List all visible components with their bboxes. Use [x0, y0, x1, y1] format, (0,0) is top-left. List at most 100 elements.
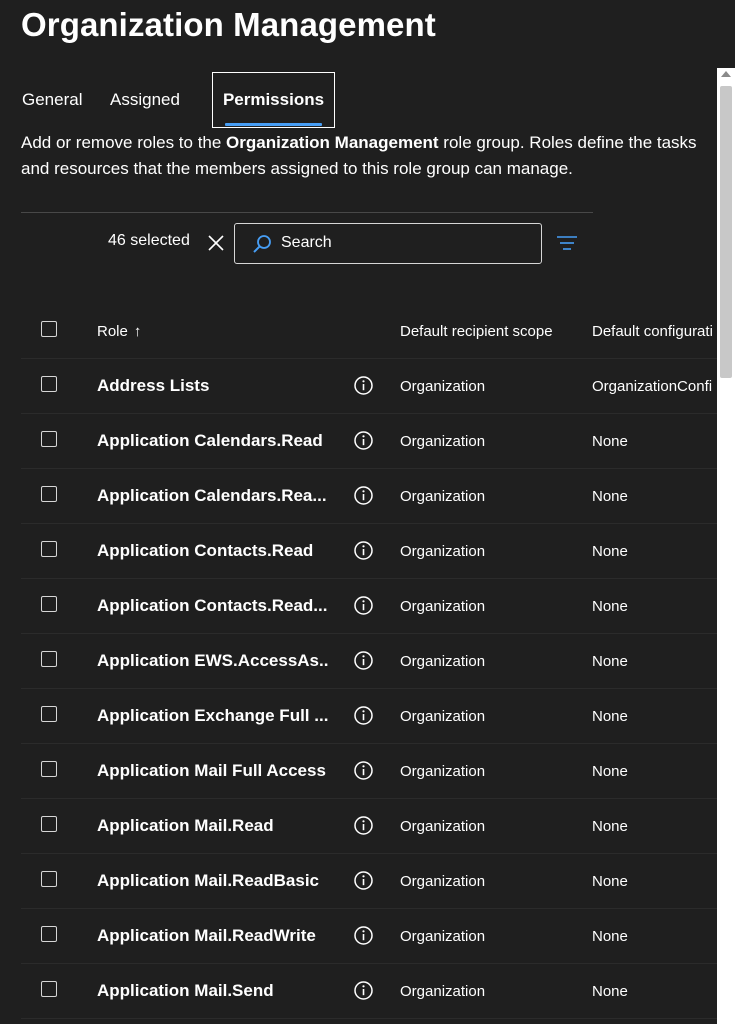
role-name[interactable]: Application EWS.AccessAs... — [97, 651, 329, 671]
recipient-scope-value: Organization — [400, 488, 486, 505]
role-name[interactable]: Application Mail.Read — [97, 816, 329, 836]
recipient-scope-value: Organization — [400, 598, 486, 615]
tab-assigned[interactable]: Assigned — [100, 72, 212, 128]
configuration-scope-value: None — [592, 488, 628, 505]
page-title: Organization Management — [21, 6, 436, 43]
role-name[interactable]: Application Mail Full Access — [97, 761, 329, 781]
table-row[interactable]: Application Mail.Read Organization None — [21, 799, 717, 854]
info-icon[interactable] — [353, 925, 374, 946]
clear-selection-button[interactable] — [205, 232, 227, 254]
configuration-scope-value: None — [592, 543, 628, 560]
table-row[interactable]: Address Lists Organization OrganizationCon… — [21, 359, 717, 414]
role-name[interactable]: Application Calendars.Rea... — [97, 486, 329, 506]
column-header-configuration-scope[interactable]: Default configurati — [592, 323, 713, 340]
filter-icon — [557, 236, 577, 250]
info-icon[interactable] — [353, 430, 374, 451]
column-header-role[interactable]: Role ↑ — [97, 323, 141, 340]
recipient-scope-value: Organization — [400, 378, 486, 395]
table-row[interactable]: Application Contacts.Read... Organization… — [21, 579, 717, 634]
role-name[interactable]: Application Mail.Send — [97, 981, 329, 1001]
scrollbar[interactable] — [717, 68, 735, 1024]
info-icon[interactable] — [353, 375, 374, 396]
role-name[interactable]: Application Calendars.Read — [97, 431, 329, 451]
configuration-scope-value: None — [592, 653, 628, 670]
table-row[interactable]: Application Mail.ReadBasic Organization No… — [21, 854, 717, 909]
info-icon[interactable] — [353, 980, 374, 1001]
configuration-scope-value: None — [592, 433, 628, 450]
close-icon — [208, 235, 224, 251]
selected-count: 46 selected — [108, 232, 190, 249]
row-checkbox[interactable] — [41, 761, 57, 777]
sort-ascending-icon: ↑ — [133, 323, 142, 340]
role-name[interactable]: Application Contacts.Read — [97, 541, 329, 561]
configuration-scope-value: None — [592, 598, 628, 615]
recipient-scope-value: Organization — [400, 983, 486, 1000]
search-box[interactable] — [234, 223, 542, 264]
table-row[interactable]: Application Mail Full Access Organization… — [21, 744, 717, 799]
row-checkbox[interactable] — [41, 871, 57, 887]
row-checkbox[interactable] — [41, 706, 57, 722]
recipient-scope-value: Organization — [400, 433, 486, 450]
page: Organization Management General Assigned… — [0, 0, 735, 1024]
role-name[interactable]: Application Mail.ReadBasic — [97, 871, 329, 891]
configuration-scope-value: None — [592, 763, 628, 780]
column-header-recipient-scope[interactable]: Default recipient scope — [400, 323, 553, 340]
table-row[interactable]: Application EWS.AccessAs... Organization N… — [21, 634, 717, 689]
search-icon — [253, 235, 271, 253]
filter-button[interactable] — [556, 233, 578, 253]
info-icon[interactable] — [353, 870, 374, 891]
row-checkbox[interactable] — [41, 486, 57, 502]
configuration-scope-value: None — [592, 818, 628, 835]
info-icon[interactable] — [353, 705, 374, 726]
recipient-scope-value: Organization — [400, 873, 486, 890]
configuration-scope-value: None — [592, 983, 628, 1000]
description-role-group-name: Organization Management — [226, 133, 439, 152]
row-checkbox[interactable] — [41, 926, 57, 942]
table-body: Address Lists Organization OrganizationCon… — [21, 359, 717, 1019]
description-prefix: Add or remove roles to the — [21, 133, 227, 152]
recipient-scope-value: Organization — [400, 653, 486, 670]
info-icon[interactable] — [353, 540, 374, 561]
recipient-scope-value: Organization — [400, 763, 486, 780]
scrollbar-thumb[interactable] — [720, 86, 732, 378]
table-row[interactable]: Application Contacts.Read Organization Non… — [21, 524, 717, 579]
roles-table: Role ↑ Default recipient scope Default co… — [21, 304, 717, 1019]
divider — [21, 212, 593, 213]
scroll-up-arrow-icon[interactable] — [721, 71, 731, 77]
info-icon[interactable] — [353, 760, 374, 781]
table-header-row: Role ↑ Default recipient scope Default co… — [21, 304, 717, 359]
configuration-scope-value: None — [592, 873, 628, 890]
info-icon[interactable] — [353, 485, 374, 506]
info-icon[interactable] — [353, 650, 374, 671]
role-name[interactable]: Application Contacts.Read... — [97, 596, 329, 616]
configuration-scope-value: None — [592, 708, 628, 725]
row-checkbox[interactable] — [41, 981, 57, 997]
recipient-scope-value: Organization — [400, 818, 486, 835]
tab-general[interactable]: General — [12, 72, 100, 128]
recipient-scope-value: Organization — [400, 708, 486, 725]
table-row[interactable]: Application Calendars.Read Organization No… — [21, 414, 717, 469]
table-row[interactable]: Application Mail.ReadWrite Organization No… — [21, 909, 717, 964]
table-row[interactable]: Application Calendars.Rea... Organization… — [21, 469, 717, 524]
tab-bar: General Assigned Permissions — [12, 72, 335, 130]
search-input[interactable] — [281, 230, 531, 256]
info-icon[interactable] — [353, 815, 374, 836]
role-name[interactable]: Address Lists — [97, 376, 329, 396]
column-header-role-label: Role — [97, 323, 128, 340]
select-all-checkbox[interactable] — [41, 321, 57, 337]
row-checkbox[interactable] — [41, 816, 57, 832]
tab-permissions[interactable]: Permissions — [212, 72, 335, 128]
table-row[interactable]: Application Mail.Send Organization None — [21, 964, 717, 1019]
description-text: Add or remove roles to the Organization … — [21, 130, 701, 182]
row-checkbox[interactable] — [41, 541, 57, 557]
role-name[interactable]: Application Exchange Full ... — [97, 706, 329, 726]
info-icon[interactable] — [353, 595, 374, 616]
configuration-scope-value: OrganizationConfi — [592, 378, 713, 395]
table-row[interactable]: Application Exchange Full ... Organizatio… — [21, 689, 717, 744]
row-checkbox[interactable] — [41, 431, 57, 447]
configuration-scope-value: None — [592, 928, 628, 945]
row-checkbox[interactable] — [41, 651, 57, 667]
role-name[interactable]: Application Mail.ReadWrite — [97, 926, 329, 946]
row-checkbox[interactable] — [41, 596, 57, 612]
row-checkbox[interactable] — [41, 376, 57, 392]
